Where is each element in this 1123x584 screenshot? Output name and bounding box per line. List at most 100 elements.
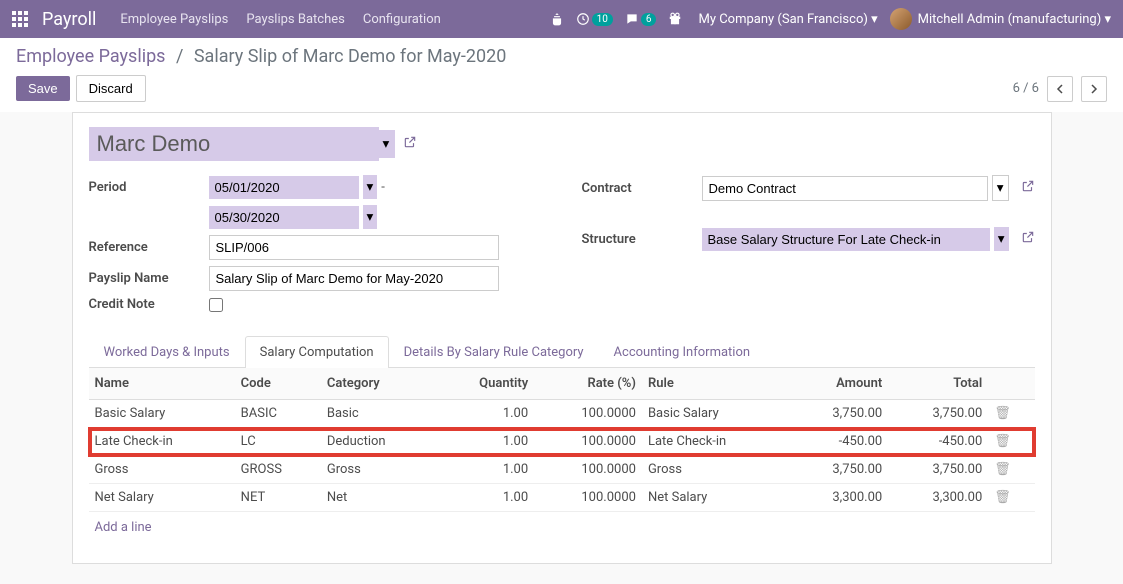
bug-icon[interactable] [550,12,564,26]
col-code[interactable]: Code [235,368,321,400]
cell-code[interactable]: LC [235,428,321,456]
cell-total[interactable]: 3,300.00 [888,484,988,512]
col-total[interactable]: Total [888,368,988,400]
activity-badge: 10 [592,13,613,26]
structure-external-link-icon[interactable] [1021,230,1035,248]
breadcrumb-parent[interactable]: Employee Payslips [16,46,165,67]
credit-note-checkbox[interactable] [209,298,223,312]
nav-configuration[interactable]: Configuration [363,12,441,27]
cell-total[interactable]: 3,750.00 [888,456,988,484]
tab-worked-days[interactable]: Worked Days & Inputs [89,336,245,368]
reference-label: Reference [89,240,209,255]
messages-badge: 6 [641,13,657,26]
cell-name[interactable]: Net Salary [89,484,235,512]
cell-rule[interactable]: Basic Salary [642,400,788,428]
pager-text: 6 / 6 [1013,81,1039,96]
table-row[interactable]: Basic SalaryBASICBasic1.00100.0000Basic … [89,400,1035,428]
cell-quantity[interactable]: 1.00 [435,428,534,456]
structure-label: Structure [582,232,702,247]
cell-total[interactable]: -450.00 [888,428,988,456]
period-to-caret[interactable]: ▾ [363,205,378,229]
cell-quantity[interactable]: 1.00 [435,484,534,512]
col-name[interactable]: Name [89,368,235,400]
cell-total[interactable]: 3,750.00 [888,400,988,428]
col-category[interactable]: Category [321,368,436,400]
cell-amount[interactable]: -450.00 [788,428,888,456]
external-link-icon[interactable] [403,135,417,153]
period-to-field[interactable] [209,206,359,229]
cell-name[interactable]: Basic Salary [89,400,235,428]
avatar [890,8,912,30]
col-quantity[interactable]: Quantity [435,368,534,400]
cell-rate[interactable]: 100.0000 [534,400,642,428]
user-menu[interactable]: Mitchell Admin (manufacturing) ▾ [918,12,1111,27]
discard-button[interactable]: Discard [76,75,146,102]
col-rule[interactable]: Rule [642,368,788,400]
company-switcher[interactable]: My Company (San Francisco) ▾ [698,12,877,27]
cell-amount[interactable]: 3,750.00 [788,400,888,428]
cell-amount[interactable]: 3,750.00 [788,456,888,484]
cell-category[interactable]: Net [321,484,436,512]
activity-icon[interactable]: 10 [576,12,613,26]
cell-rate[interactable]: 100.0000 [534,484,642,512]
employee-field[interactable] [89,127,379,161]
reference-field[interactable] [209,235,499,260]
cell-code[interactable]: NET [235,484,321,512]
payslip-name-label: Payslip Name [89,271,209,286]
cell-code[interactable]: GROSS [235,456,321,484]
cell-amount[interactable]: 3,300.00 [788,484,888,512]
delete-icon[interactable]: 🗑 [994,434,1011,449]
col-rate[interactable]: Rate (%) [534,368,642,400]
apps-icon[interactable] [12,11,28,27]
salary-table: Name Code Category Quantity Rate (%) Rul… [89,368,1035,512]
employee-dropdown[interactable]: ▾ [377,130,396,158]
delete-icon[interactable]: 🗑 [994,490,1011,505]
app-brand[interactable]: Payroll [42,9,96,30]
cell-quantity[interactable]: 1.00 [435,400,534,428]
cell-rule[interactable]: Gross [642,456,788,484]
cell-rate[interactable]: 100.0000 [534,456,642,484]
tabs: Worked Days & Inputs Salary Computation … [89,336,1035,368]
period-from-field[interactable] [209,176,359,199]
table-row[interactable]: Late Check-inLCDeduction1.00100.0000Late… [89,428,1035,456]
cell-category[interactable]: Deduction [321,428,436,456]
contract-caret[interactable]: ▾ [992,175,1009,201]
contract-label: Contract [582,181,702,196]
period-label: Period [89,180,209,195]
nav-payslips-batches[interactable]: Payslips Batches [246,12,345,27]
structure-caret[interactable]: ▾ [994,227,1009,251]
cell-name[interactable]: Late Check-in [89,428,235,456]
col-amount[interactable]: Amount [788,368,888,400]
structure-field[interactable] [702,228,990,251]
contract-external-link-icon[interactable] [1021,179,1035,197]
cell-category[interactable]: Gross [321,456,436,484]
payslip-name-field[interactable] [209,266,499,291]
table-row[interactable]: Net SalaryNETNet1.00100.0000Net Salary3,… [89,484,1035,512]
breadcrumb: Employee Payslips / Salary Slip of Marc … [16,46,1107,67]
gift-icon[interactable] [668,12,682,26]
cell-rule[interactable]: Late Check-in [642,428,788,456]
cell-category[interactable]: Basic [321,400,436,428]
nav-employee-payslips[interactable]: Employee Payslips [120,12,228,27]
cell-name[interactable]: Gross [89,456,235,484]
cell-rule[interactable]: Net Salary [642,484,788,512]
tab-accounting[interactable]: Accounting Information [599,336,766,368]
breadcrumb-current: Salary Slip of Marc Demo for May-2020 [194,46,507,67]
cell-rate[interactable]: 100.0000 [534,428,642,456]
tab-salary-computation[interactable]: Salary Computation [245,336,389,368]
delete-icon[interactable]: 🗑 [994,462,1011,477]
tab-details[interactable]: Details By Salary Rule Category [389,336,599,368]
control-panel: Employee Payslips / Salary Slip of Marc … [0,38,1123,112]
save-button[interactable]: Save [16,76,70,101]
delete-icon[interactable]: 🗑 [994,406,1011,421]
pager-prev[interactable] [1047,76,1073,102]
cell-code[interactable]: BASIC [235,400,321,428]
period-from-caret[interactable]: ▾ [363,175,378,199]
add-line-link[interactable]: Add a line [89,512,158,543]
messages-icon[interactable]: 6 [625,12,657,26]
pager-next[interactable] [1081,76,1107,102]
navbar: Payroll Employee Payslips Payslips Batch… [0,0,1123,38]
contract-field[interactable] [702,176,988,201]
cell-quantity[interactable]: 1.00 [435,456,534,484]
table-row[interactable]: GrossGROSSGross1.00100.0000Gross3,750.00… [89,456,1035,484]
